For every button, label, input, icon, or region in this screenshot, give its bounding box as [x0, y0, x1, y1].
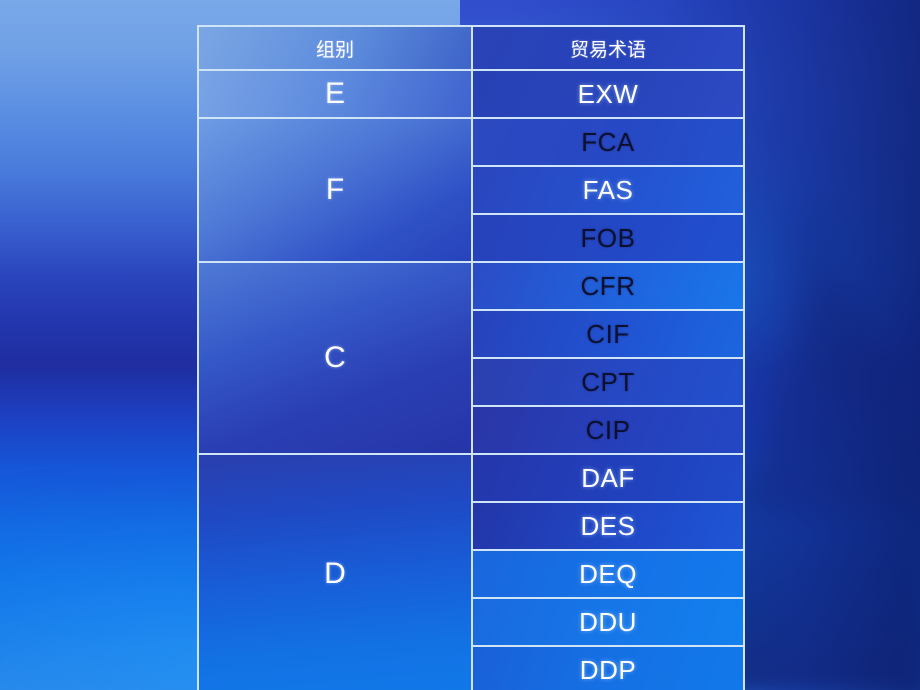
- incoterms-table: 组别 贸易术语 E EXW F FCA FAS FOB C CFR CIF CP…: [197, 25, 745, 690]
- term-cell-deq: DEQ: [471, 549, 745, 599]
- table-header: 组别 贸易术语: [197, 25, 745, 71]
- group-cell-f: F: [197, 117, 473, 263]
- slide-canvas: 组别 贸易术语 E EXW F FCA FAS FOB C CFR CIF CP…: [0, 0, 920, 690]
- term-cell-fca: FCA: [471, 117, 745, 167]
- term-cell-cpt: CPT: [471, 357, 745, 407]
- table-body: E EXW F FCA FAS FOB C CFR CIF CPT CIP D …: [197, 69, 745, 690]
- term-cell-cip: CIP: [471, 405, 745, 455]
- table-row: E EXW: [197, 69, 745, 119]
- table-row: D DAF: [197, 453, 745, 690]
- term-cell-ddu: DDU: [471, 597, 745, 647]
- table-row: F FCA: [197, 117, 745, 263]
- term-cell-fas: FAS: [471, 165, 745, 215]
- group-cell-e: E: [197, 69, 473, 119]
- term-cell-ddp: DDP: [471, 645, 745, 690]
- group-cell-c: C: [197, 261, 473, 455]
- incoterms-table-container: 组别 贸易术语 E EXW F FCA FAS FOB C CFR CIF CP…: [197, 25, 745, 690]
- term-cell-cfr: CFR: [471, 261, 745, 311]
- term-cell-cif: CIF: [471, 309, 745, 359]
- column-header-group: 组别: [197, 25, 473, 71]
- group-cell-d: D: [197, 453, 473, 690]
- term-cell-daf: DAF: [471, 453, 745, 503]
- term-cell-des: DES: [471, 501, 745, 551]
- term-cell-fob: FOB: [471, 213, 745, 263]
- column-header-trade-terms: 贸易术语: [471, 25, 745, 71]
- table-header-row: 组别 贸易术语: [197, 25, 745, 71]
- table-row: C CFR: [197, 261, 745, 455]
- term-cell-exw: EXW: [471, 69, 745, 119]
